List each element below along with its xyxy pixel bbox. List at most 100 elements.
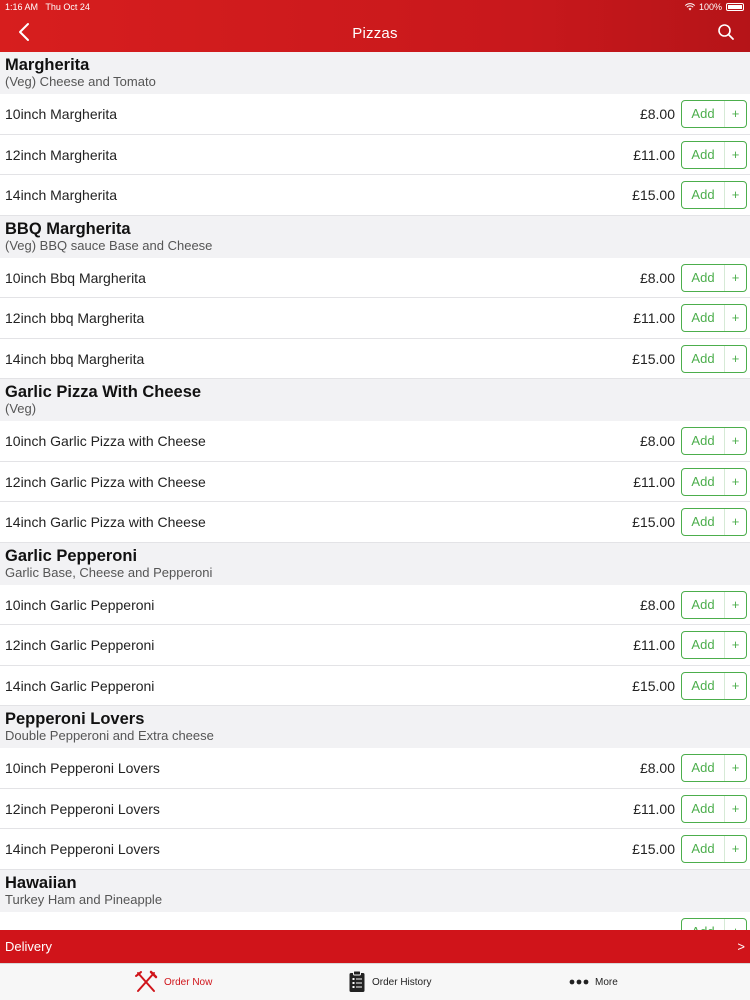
add-button-label: Add	[682, 509, 725, 535]
section-header: Hawaiian Turkey Ham and Pineapple	[0, 869, 750, 912]
section-title: Hawaiian	[5, 873, 77, 892]
plus-icon: +	[731, 800, 740, 816]
menu-item-row[interactable]: 10inch Bbq Margherita £8.00 Add +	[0, 257, 750, 298]
menu-item-name: 12inch Pepperoni Lovers	[5, 800, 160, 817]
add-button[interactable]: Add+	[681, 344, 747, 373]
menu-item-price: £11.00	[633, 637, 675, 653]
fork-knife-icon	[135, 970, 158, 992]
add-button[interactable]: Add +	[681, 835, 747, 863]
add-button[interactable]: Add +	[681, 671, 747, 700]
menu-item-price: £15.00	[632, 187, 675, 203]
add-button[interactable]: Add +	[681, 631, 747, 659]
add-button-label: Add	[682, 428, 725, 454]
menu-item-row[interactable]: 14inch bbq Margherita £15.00 Add +	[0, 338, 750, 379]
plus-icon: +	[731, 841, 740, 856]
status-time: 1:16 AM	[5, 2, 39, 12]
add-button[interactable]: Add+	[681, 427, 747, 455]
battery-icon	[726, 3, 744, 11]
menu-item-row[interactable]: 12inch bbq Margherita £11.00 Add +	[0, 298, 750, 339]
add-button[interactable]: Add+	[681, 917, 747, 931]
section-description: Garlic Base, Cheese and Pepperoni	[5, 564, 213, 580]
section-description: Turkey Ham and Pineapple	[5, 891, 163, 907]
menu-item-row[interactable]: 12inch Garlic Pizza with Cheese £11.00 Add…	[0, 461, 750, 502]
add-button[interactable]: Add+	[681, 467, 747, 496]
tab-more-label: More	[595, 976, 618, 988]
add-button-label: Add	[682, 755, 725, 781]
menu-item-name: 10inch Garlic Pizza with Cheese	[5, 433, 206, 449]
add-button[interactable]: Add+	[681, 754, 747, 782]
section-description: (Veg) BBQ sauce Base and Cheese	[5, 237, 213, 253]
delivery-bar[interactable]: Delivery >	[0, 930, 750, 963]
menu-item-row[interactable]: 10inch Garlic Pizza with Cheese £8.00 Add +	[0, 421, 750, 462]
section-description: Double Pepperoni and Extra cheese	[5, 728, 214, 743]
menu-item-row[interactable]: 10inch Margherita £8.00 Add +	[0, 94, 750, 135]
plus-icon: +	[725, 919, 746, 931]
status-time-date: 1:16 AM Thu Oct 24	[5, 0, 90, 14]
menu-item-row[interactable]: 12inch Margherita £11.00 Add +	[0, 134, 750, 175]
plus-icon: +	[731, 187, 740, 202]
plus-icon: +	[731, 514, 740, 529]
menu-item-price: £15.00	[632, 514, 675, 530]
add-button-label: Add	[682, 795, 725, 822]
plus-icon: +	[731, 596, 740, 612]
section-header: BBQ Margherita (Veg) BBQ sauce Base and C…	[0, 215, 750, 258]
search-icon[interactable]	[716, 22, 736, 42]
menu-list[interactable]: Margherita (Veg) Cheese and Tomato 10inch …	[0, 52, 750, 930]
menu-item-name: 12inch Margherita	[5, 146, 118, 163]
menu-item-row[interactable]: 14inch Garlic Pizza with Cheese £15.00 Add…	[0, 502, 750, 543]
add-button-label: Add	[682, 305, 725, 331]
menu-item-name: 14inch Pepperoni Lovers	[5, 841, 160, 857]
plus-icon: +	[731, 677, 740, 693]
add-button-label: Add	[682, 918, 725, 930]
section-title: Garlic Pepperoni	[5, 546, 138, 565]
menu-item-name: 14inch Margherita	[5, 187, 118, 203]
plus-icon: +	[731, 106, 740, 121]
menu-item-name: 14inch bbq Margherita	[5, 350, 145, 367]
tab-order-now[interactable]: Order Now	[134, 964, 212, 1000]
menu-item-price: £11.00	[633, 473, 675, 490]
plus-icon: +	[731, 310, 740, 325]
status-indicators: 100%	[684, 0, 744, 14]
menu-item-row[interactable]: 10inch Pepperoni Lovers £8.00 Add +	[0, 748, 750, 789]
section-header: Margherita (Veg) Cheese and Tomato	[0, 52, 750, 94]
status-bar: 1:16 AM Thu Oct 24 100%	[0, 0, 750, 14]
add-button[interactable]: Add+	[681, 263, 747, 292]
menu-item-name: 10inch Garlic Pepperoni	[5, 596, 155, 613]
add-button[interactable]: Add +	[681, 508, 747, 536]
menu-item-name: 10inch Bbq Margherita	[5, 269, 146, 286]
menu-item-price: £15.00	[632, 350, 675, 367]
add-button[interactable]: Add +	[681, 590, 747, 619]
ellipsis-icon	[569, 979, 589, 985]
section-header: Garlic Pizza With Cheese (Veg)	[0, 379, 750, 421]
tab-order-history[interactable]: Order History	[348, 964, 431, 1000]
add-button-label: Add	[682, 591, 725, 618]
battery-percent: 100%	[698, 2, 722, 12]
add-button[interactable]: Add +	[681, 304, 747, 332]
add-button[interactable]: Add+	[681, 140, 747, 169]
add-button[interactable]: Add +	[681, 100, 747, 128]
menu-item-row[interactable]: 14inch Pepperoni Lovers £15.00 Add +	[0, 829, 750, 870]
menu-item-name: 10inch Margherita	[5, 106, 118, 122]
add-button-label: Add	[682, 836, 725, 862]
tab-more[interactable]: More	[569, 964, 618, 1000]
menu-item-row[interactable]: 14inch Margherita £15.00 Add +	[0, 175, 750, 216]
menu-item-price: £15.00	[632, 677, 675, 694]
add-button-label: Add	[682, 468, 725, 495]
menu-item-row[interactable]: 14inch Garlic Pepperoni £15.00 Add +	[0, 665, 750, 706]
add-button-label: Add	[682, 632, 725, 658]
menu-item-price: £11.00	[633, 310, 675, 326]
clipboard-icon	[349, 970, 365, 992]
add-button-label: Add	[682, 264, 725, 291]
menu-item-price: £15.00	[632, 841, 675, 857]
add-button-label: Add	[682, 101, 725, 127]
menu-item-row[interactable]: 12inch Garlic Pepperoni £11.00 Add +	[0, 625, 750, 666]
menu-item-row[interactable]: 10inch Garlic Pepperoni £8.00 Add +	[0, 584, 750, 625]
add-button-label: Add	[682, 672, 725, 699]
add-button[interactable]: Add+	[681, 181, 747, 209]
plus-icon: +	[731, 637, 740, 652]
menu-item-price: £8.00	[639, 596, 675, 613]
menu-item-row[interactable]: 12inch Pepperoni Lovers £11.00 Add +	[0, 788, 750, 829]
menu-item-row[interactable]: Add+	[0, 911, 750, 931]
section-description: (Veg) Cheese and Tomato	[5, 74, 156, 89]
add-button[interactable]: Add +	[681, 794, 747, 823]
